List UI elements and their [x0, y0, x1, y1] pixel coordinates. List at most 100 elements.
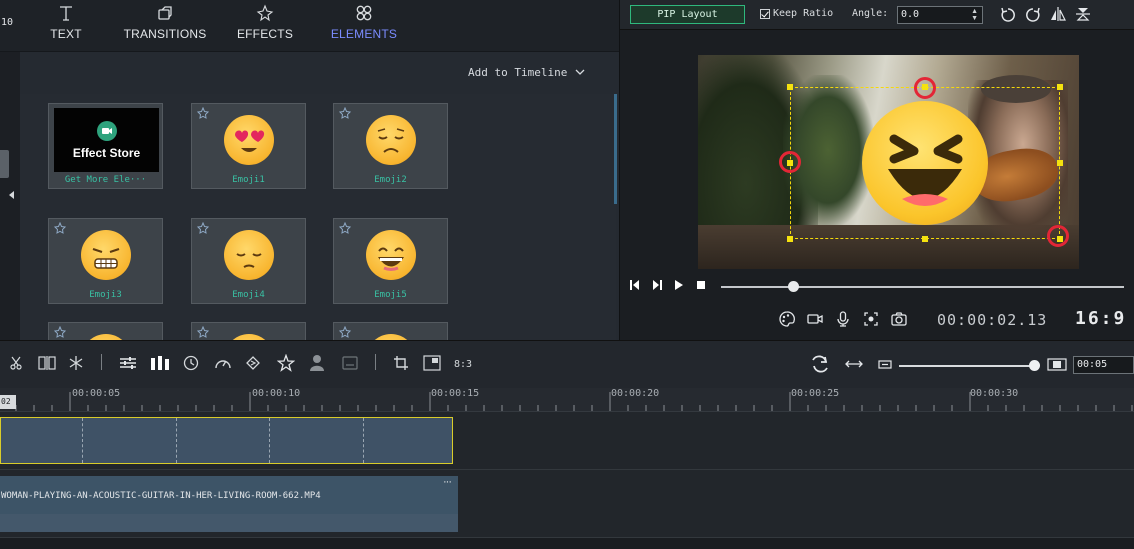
angle-label: Angle: [852, 8, 889, 19]
freeze-frame-icon[interactable] [68, 355, 84, 371]
screen-record-icon[interactable] [862, 310, 880, 328]
cut-icon[interactable] [9, 356, 23, 370]
add-to-timeline-dropdown[interactable]: Add to Timeline [468, 66, 585, 79]
tab-transitions-label: TRANSITIONS [123, 27, 207, 41]
highlight-ring [779, 151, 801, 173]
favorite-icon[interactable] [54, 326, 66, 338]
emoji-laughing-icon [365, 230, 416, 280]
preview-timecode: 00:00:02.13 [937, 311, 1048, 329]
split-icon[interactable] [38, 356, 56, 370]
video-clip[interactable] [0, 476, 458, 532]
play-icon[interactable] [674, 279, 684, 291]
ruler-label: 00:00:20 [611, 388, 660, 399]
video-clip-filename: WOMAN-PLAYING-AN-ACOUSTIC-GUITAR-IN-HER-… [1, 491, 321, 501]
emoji-overlay-clip[interactable] [0, 417, 453, 464]
selection-box[interactable] [790, 87, 1060, 239]
tab-transitions[interactable]: TRANSITIONS [118, 0, 212, 52]
resize-handle[interactable] [1057, 160, 1063, 166]
angle-spinner-icon[interactable]: ▲ ▼ [971, 8, 978, 22]
element-card-emoji4[interactable]: Emoji4 [191, 218, 306, 304]
favorite-icon[interactable] [339, 326, 351, 338]
fit-to-width-icon[interactable] [845, 359, 863, 369]
element-card-emoji2[interactable]: Emoji2 [333, 103, 448, 189]
refresh-icon[interactable] [810, 355, 830, 373]
playback-scrubber[interactable] [721, 286, 1124, 288]
aspect-ratio-button[interactable]: 16:9 [1075, 308, 1126, 329]
audio-mixer-icon[interactable] [150, 356, 170, 370]
element-card-partial[interactable] [333, 322, 448, 340]
subtitle-icon[interactable] [342, 356, 358, 370]
favorite-icon[interactable] [197, 326, 209, 338]
tab-text[interactable]: TEXT [42, 0, 90, 52]
star-favorite-icon[interactable] [277, 354, 295, 372]
timeline-counter: 8:3 [454, 359, 473, 370]
flip-vertical-icon[interactable] [1075, 6, 1091, 22]
step-forward-icon[interactable] [652, 279, 662, 291]
toolbar-divider [101, 354, 102, 370]
pip-layout-button[interactable]: PIP Layout [630, 5, 745, 24]
adjust-icon[interactable] [119, 356, 137, 370]
snapshot-camera-icon[interactable] [890, 310, 908, 328]
favorite-icon[interactable] [54, 222, 66, 234]
zoom-level-input[interactable]: 00:05 [1073, 356, 1134, 374]
side-handle[interactable] [0, 150, 9, 178]
keep-ratio-checkbox[interactable]: Keep Ratio [760, 8, 833, 19]
keep-ratio-label: Keep Ratio [773, 8, 834, 19]
elements-scrollbar[interactable] [614, 94, 617, 204]
clip-segment-divider [82, 418, 83, 463]
stop-icon[interactable] [696, 279, 706, 291]
rotate-handle[interactable] [914, 77, 936, 99]
zoom-out-icon[interactable] [878, 360, 892, 369]
scrubber-knob[interactable] [788, 281, 799, 292]
zoom-level-value: 00:05 [1077, 359, 1108, 370]
playhead-marker[interactable]: 02 [0, 395, 16, 409]
resize-handle[interactable] [1057, 84, 1063, 90]
record-video-icon[interactable] [806, 310, 824, 328]
preview-toolbar: PIP Layout Keep Ratio Angle: 0.0 ▲ ▼ [620, 0, 1134, 30]
angle-input[interactable]: 0.0 ▲ ▼ [897, 6, 983, 24]
pip-icon[interactable] [423, 355, 441, 371]
flip-horizontal-icon[interactable] [1050, 6, 1066, 22]
person-mask-icon[interactable] [309, 354, 325, 372]
tab-effects[interactable]: EFFECTS [234, 0, 296, 52]
speed-icon[interactable] [214, 355, 232, 371]
zoom-slider[interactable] [899, 365, 1034, 367]
playback-controls [630, 279, 706, 291]
video-preview[interactable] [698, 55, 1079, 269]
element-card-emoji1[interactable]: Emoji1 [191, 103, 306, 189]
timeline-ruler[interactable]: 00:00:05 00:00:10 00:00:15 00:00:20 00:0… [0, 388, 1134, 412]
favorite-icon[interactable] [339, 222, 351, 234]
emoji-sad-icon [365, 115, 416, 165]
zoom-slider-knob[interactable] [1029, 360, 1040, 371]
resize-handle[interactable] [787, 84, 793, 90]
favorite-icon[interactable] [339, 107, 351, 119]
element-card-emoji5[interactable]: Emoji5 [333, 218, 448, 304]
element-card-partial[interactable] [48, 322, 163, 340]
skip-back-icon[interactable] [630, 279, 640, 291]
resize-handle[interactable] [922, 236, 928, 242]
crop-icon[interactable] [393, 355, 409, 371]
ruler-label: 00:00:15 [431, 388, 480, 399]
effect-store-icon [96, 121, 117, 141]
duration-clock-icon[interactable] [183, 355, 199, 371]
element-card-label: Emoji3 [89, 290, 122, 300]
clip-more-options-icon[interactable]: ··· [443, 476, 452, 488]
ruler-label: 00:00:10 [252, 388, 301, 399]
tab-effects-label: EFFECTS [236, 27, 294, 41]
reverse-icon[interactable] [245, 355, 261, 371]
element-card-label: Emoji2 [374, 175, 407, 185]
rotate-right-icon[interactable] [1025, 6, 1041, 22]
elements-grid: Effect Store Get More Ele··· Emoji1 Emoj… [20, 94, 616, 340]
resize-handle[interactable] [787, 236, 793, 242]
favorite-icon[interactable] [197, 107, 209, 119]
element-card-emoji3[interactable]: Emoji3 [48, 218, 163, 304]
zoom-in-icon[interactable] [1047, 358, 1067, 371]
element-card-effect-store[interactable]: Effect Store Get More Ele··· [48, 103, 163, 189]
favorite-icon[interactable] [197, 222, 209, 234]
rotate-left-icon[interactable] [1000, 6, 1016, 22]
collapse-arrow-icon[interactable] [9, 191, 14, 199]
color-palette-icon[interactable] [778, 310, 796, 328]
tab-elements[interactable]: ELEMENTS [326, 0, 402, 52]
microphone-icon[interactable] [834, 310, 852, 328]
element-card-partial[interactable] [191, 322, 306, 340]
